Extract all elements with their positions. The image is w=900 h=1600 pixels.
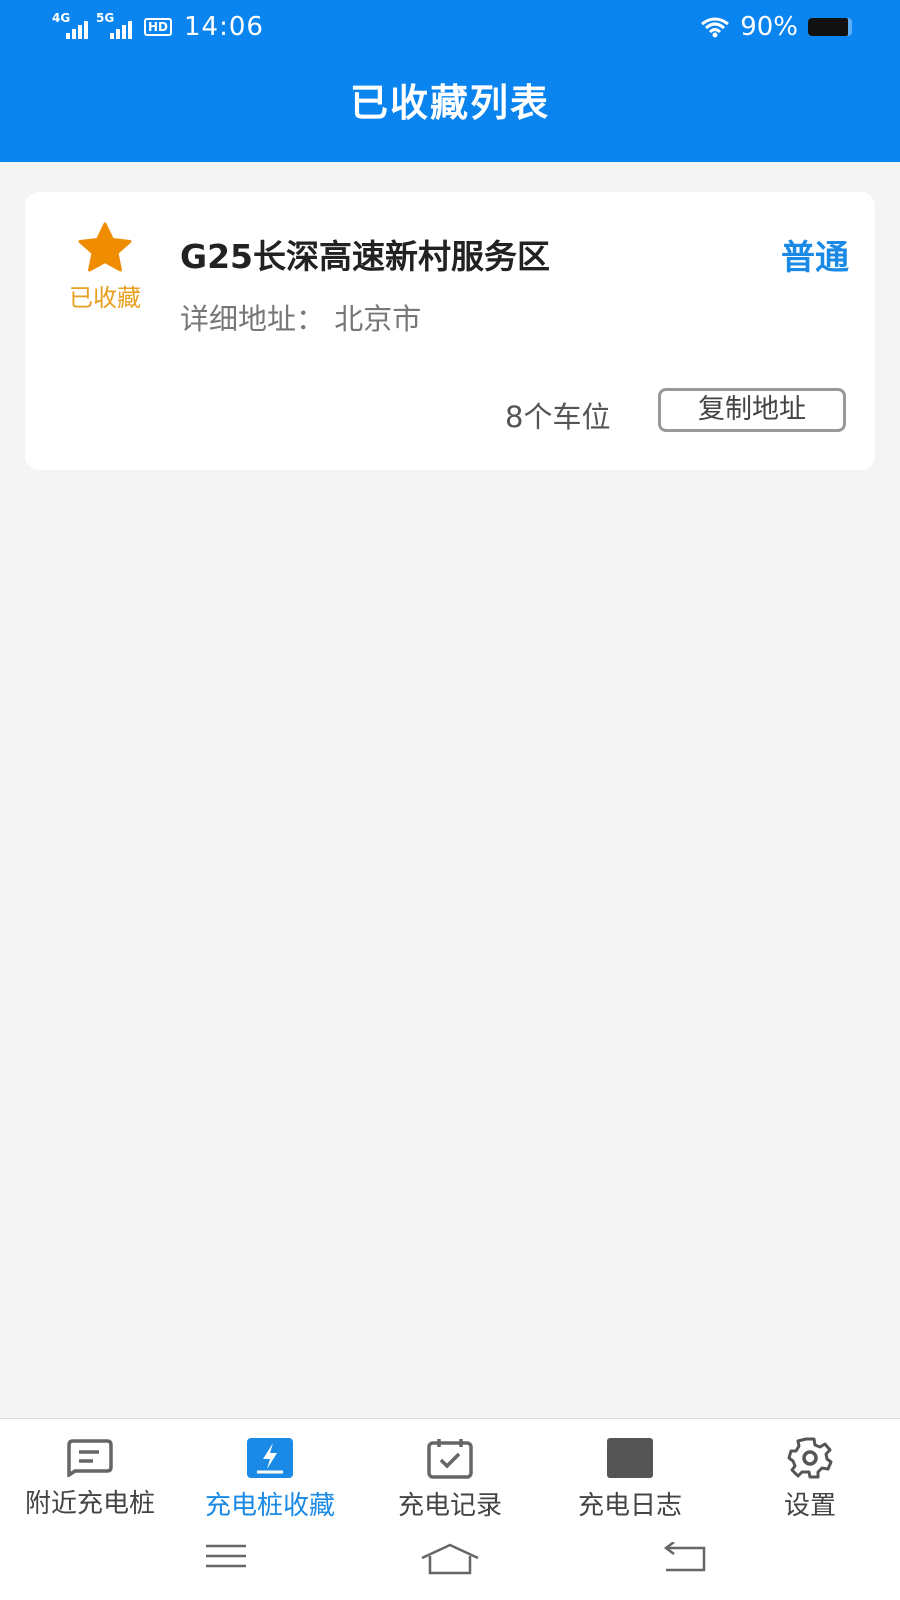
tab-settings[interactable]: 设置 [720, 1419, 900, 1533]
signal-5g-label: 5G [96, 11, 115, 25]
battery-percent: 90% [740, 12, 798, 42]
favorite-label: 已收藏 [69, 284, 141, 312]
tab-label: 充电记录 [397, 1491, 502, 1521]
tab-label: 充电日志 [577, 1491, 682, 1521]
station-name: G25长深高速新村服务区 [180, 237, 551, 276]
star-icon [78, 222, 132, 272]
wifi-icon [701, 17, 730, 38]
station-address: 详细地址： 北京市 [180, 302, 422, 336]
message-icon [67, 1439, 113, 1477]
station-type-badge: 普通 [781, 238, 849, 278]
tab-label: 充电桩收藏 [204, 1491, 335, 1521]
charging-icon [247, 1438, 293, 1478]
status-time: 14:06 [184, 12, 264, 42]
signal-4g-icon: 4G [52, 11, 90, 39]
log-icon [607, 1438, 653, 1478]
slot-count: 8个车位 [505, 400, 611, 434]
home-icon[interactable] [420, 1542, 480, 1576]
system-nav-bar [0, 1532, 900, 1600]
back-icon[interactable] [662, 1542, 708, 1574]
signal-5g-icon: 5G [96, 11, 134, 39]
tab-charge-records[interactable]: 充电记录 [360, 1419, 540, 1533]
hd-voice-icon: HD [144, 18, 173, 36]
tab-charger-favorites[interactable]: 充电桩收藏 [180, 1419, 360, 1533]
copy-address-button[interactable]: 复制地址 [658, 388, 846, 432]
gear-icon [787, 1437, 833, 1479]
status-left: 4G 5G HD 14:06 [52, 11, 264, 42]
favorite-card[interactable]: 已收藏 G25长深高速新村服务区 普通 详细地址： 北京市 8个车位 复制地址 [25, 192, 875, 470]
bottom-tab-bar: 附近充电桩 充电桩收藏 充电记录 充电日志 设置 [0, 1418, 900, 1533]
app-header: 4G 5G HD 14:06 90% 已收藏列表 [0, 0, 900, 162]
tab-label: 附近充电桩 [24, 1489, 155, 1519]
favorite-toggle[interactable]: 已收藏 [55, 222, 155, 313]
tab-nearby-chargers[interactable]: 附近充电桩 [0, 1419, 180, 1533]
tab-label: 设置 [783, 1491, 836, 1521]
signal-4g-label: 4G [52, 11, 71, 25]
status-bar: 4G 5G HD 14:06 90% [0, 0, 900, 56]
status-right: 90% [700, 12, 852, 42]
battery-icon [808, 18, 852, 36]
page-title: 已收藏列表 [349, 81, 550, 125]
calendar-check-icon [427, 1439, 473, 1479]
tab-charge-log[interactable]: 充电日志 [540, 1419, 720, 1533]
menu-icon[interactable] [204, 1542, 248, 1572]
